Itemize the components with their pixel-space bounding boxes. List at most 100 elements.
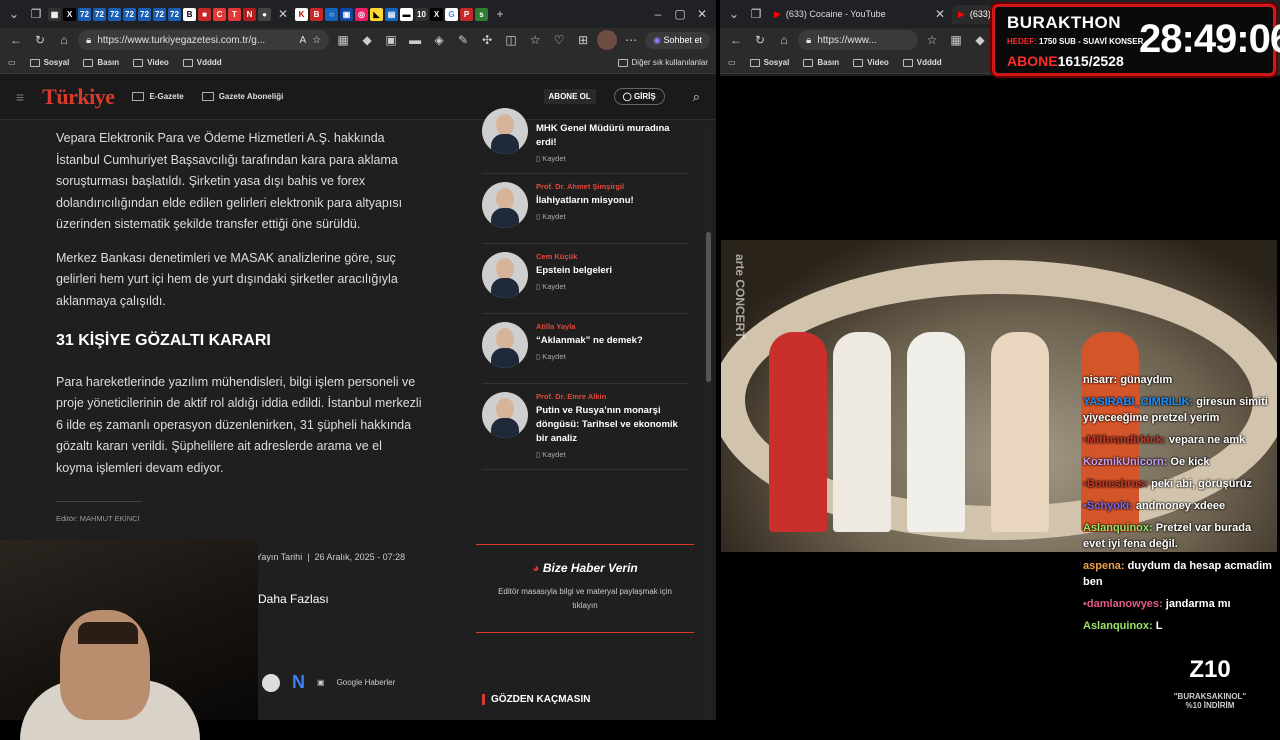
tab-favicon-news[interactable]: ▬ [400, 7, 413, 21]
bookmark-folder[interactable]: Vdddd [182, 58, 222, 67]
tab-favicon-72f[interactable]: 72 [153, 7, 166, 21]
bookmarks-nav-icon[interactable]: ▭ [8, 58, 16, 67]
tab-favicon-72e[interactable]: 72 [138, 7, 151, 21]
tab-favicon-72d[interactable]: 72 [123, 7, 136, 21]
read-aloud-icon[interactable]: A [299, 35, 306, 46]
tab-favicon-z[interactable]: ▤ [385, 7, 398, 21]
tab-favicon-72g[interactable]: 72 [168, 7, 181, 21]
copilot-button[interactable]: ◉ Sohbet et [645, 31, 710, 49]
extension-icon[interactable]: ▦ [946, 30, 966, 50]
google-news-icon[interactable]: ▣ [317, 678, 325, 687]
home-icon[interactable]: ⌂ [774, 30, 794, 50]
tab-favicon-72[interactable]: 72 [78, 7, 91, 21]
tab-favicon-72b[interactable]: 72 [93, 7, 106, 21]
columnist-item[interactable]: Atilla Yayla “Aklanmak” ne demek? ▯ Kaydet [482, 314, 688, 384]
share-circle-icon[interactable] [262, 673, 280, 692]
google-news-label[interactable]: Google Haberler [337, 678, 396, 687]
column-title[interactable]: MHK Genel Müdürü muradına erdi! [536, 122, 688, 150]
column-title[interactable]: İlahiyatların misyonu! [536, 194, 634, 208]
scrollbar-thumb[interactable] [706, 232, 711, 382]
tab-close-icon[interactable]: ✕ [930, 4, 950, 24]
tab-favicon-g[interactable]: G [445, 7, 458, 21]
extension-icon[interactable]: ◆ [970, 30, 990, 50]
tab-favicon-1[interactable]: ▦ [48, 7, 61, 21]
news-tip-box[interactable]: ◕ Bize Haber Verin Editör masasıyla bilg… [476, 544, 694, 633]
nav-subscription[interactable]: Gazete Aboneliği [201, 92, 283, 101]
bookmark-folder[interactable]: Vdddd [902, 58, 942, 67]
tab-favicon-k[interactable]: K [295, 7, 308, 21]
other-bookmarks[interactable]: Diğer sık kullanılanlar [617, 58, 708, 67]
columnist-name[interactable]: Prof. Dr. Emre Alkin [536, 392, 688, 401]
new-tab-plus-icon[interactable]: + [490, 4, 510, 24]
tab-youtube-cocaine[interactable]: ▶ (633) Cocaine - YouTube [768, 9, 928, 20]
tab-favicon-c[interactable]: C [213, 7, 226, 21]
n-news-icon[interactable]: N [292, 672, 305, 693]
favorite-star-icon[interactable]: ☆ [922, 30, 942, 50]
tab-favicon-x[interactable]: X [63, 7, 76, 21]
workspaces-icon[interactable]: ❐ [746, 4, 766, 24]
tab-favicon-b[interactable]: B [183, 7, 196, 21]
tab-favicon-72c[interactable]: 72 [108, 7, 121, 21]
tab-favicon-x2[interactable]: X [430, 7, 443, 21]
bookmark-folder[interactable]: Video [133, 58, 169, 67]
bookmark-folder[interactable]: Video [853, 58, 889, 67]
login-button[interactable]: ◯ GİRİŞ [613, 88, 665, 105]
hamburger-menu-icon[interactable]: ≡ [16, 89, 24, 105]
tab-favicon-b2[interactable]: B [310, 7, 323, 21]
column-title[interactable]: “Aklanmak” ne demek? [536, 334, 643, 348]
columnist-item[interactable]: Prof. Dr. Ahmet Şimşirgil İlahiyatların m… [482, 174, 688, 244]
bookmark-folder[interactable]: Basın [803, 58, 839, 67]
collections-icon[interactable]: ⊞ [573, 30, 593, 50]
save-button[interactable]: ▯ Kaydet [536, 154, 688, 163]
window-close-icon[interactable]: ✕ [692, 4, 712, 24]
columnist-item[interactable]: Prof. Dr. Emre Alkin Putin ve Rusya’nın m… [482, 384, 688, 470]
bookmark-folder[interactable]: Basın [83, 58, 119, 67]
save-button[interactable]: ▯ Kaydet [536, 282, 612, 291]
bookmarks-nav-icon[interactable]: ▭ [728, 58, 736, 67]
tab-favicon-p[interactable]: P [460, 7, 473, 21]
workspaces-icon[interactable]: ❐ [26, 4, 46, 24]
save-button[interactable]: ▯ Kaydet [536, 352, 643, 361]
tab-favicon-red[interactable]: ■ [198, 7, 211, 21]
nav-egazete[interactable]: E-Gazete [132, 92, 184, 101]
extensions-puzzle-icon[interactable]: ✣ [477, 30, 497, 50]
refresh-icon[interactable]: ↻ [30, 30, 50, 50]
search-icon[interactable]: ⌕ [693, 89, 700, 105]
tab-favicon-t[interactable]: T [228, 7, 241, 21]
column-title[interactable]: Putin ve Rusya’nın monarşi döngüsü: Tari… [536, 404, 688, 446]
save-button[interactable]: ▯ Kaydet [536, 212, 634, 221]
tab-favicon-y[interactable]: ◣ [370, 7, 383, 21]
tab-favicon-active[interactable]: ● [258, 7, 271, 21]
extension-6-icon[interactable]: ✎ [453, 30, 473, 50]
save-button[interactable]: ▯ Kaydet [536, 450, 688, 459]
extension-4-icon[interactable]: ▬ [405, 30, 425, 50]
url-field[interactable]: 🔒︎ https://www... [798, 30, 918, 50]
url-field[interactable]: 🔒︎ https://www.turkiyegazetesi.com.tr/g.… [78, 30, 330, 50]
home-icon[interactable]: ⌂ [54, 30, 74, 50]
profile-avatar[interactable] [597, 30, 618, 50]
scrollbar-track[interactable] [705, 128, 712, 720]
browser-essentials-icon[interactable]: ♡ [549, 30, 569, 50]
extension-2-icon[interactable]: ◆ [357, 30, 377, 50]
minimize-icon[interactable]: – [648, 4, 668, 24]
columnist-name[interactable]: Prof. Dr. Ahmet Şimşirgil [536, 182, 634, 191]
tab-favicon-ig[interactable]: ◎ [355, 7, 368, 21]
tab-favicon-n[interactable]: N [243, 7, 256, 21]
split-screen-icon[interactable]: ◫ [501, 30, 521, 50]
favorite-star-icon[interactable]: ☆ [312, 35, 321, 46]
tab-favicon-sp[interactable]: s [475, 7, 488, 21]
columnist-item[interactable]: Cem Küçük Epstein belgeleri ▯ Kaydet [482, 244, 688, 314]
extension-1-icon[interactable]: ▦ [333, 30, 353, 50]
tab-list-chevron-icon[interactable]: ⌄ [724, 4, 744, 24]
tab-favicon-10[interactable]: 10 [415, 7, 428, 21]
tab-close-icon[interactable]: ✕ [273, 4, 293, 24]
back-arrow-icon[interactable]: ← [726, 30, 746, 50]
favorites-icon[interactable]: ☆ [525, 30, 545, 50]
columnist-name[interactable]: Atilla Yayla [536, 322, 643, 331]
bookmark-folder[interactable]: Sosyal [29, 58, 69, 67]
site-logo[interactable]: Türkiye [42, 84, 115, 110]
extension-5-icon[interactable]: ◈ [429, 30, 449, 50]
tab-favicon-sq[interactable]: ▣ [340, 7, 353, 21]
bookmark-folder[interactable]: Sosyal [749, 58, 789, 67]
columnist-name[interactable]: Cem Küçük [536, 252, 612, 261]
